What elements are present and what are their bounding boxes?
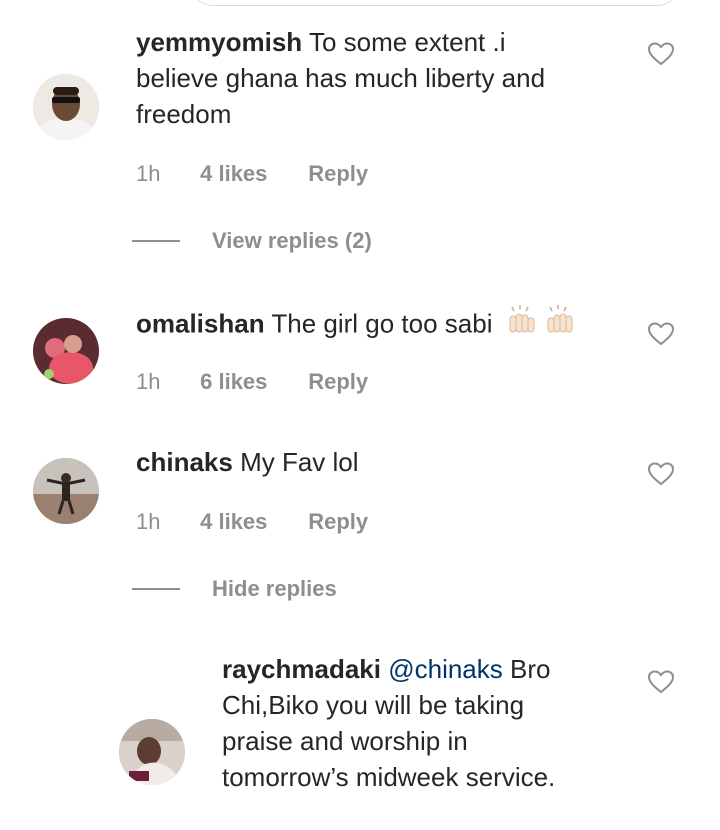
reply-text-line: praise and worship in (222, 726, 468, 756)
heart-outline-icon[interactable] (648, 322, 674, 346)
thread-line (132, 588, 180, 590)
comment-time: 1h (136, 369, 161, 394)
comment-likes[interactable]: 4 likes (200, 508, 302, 536)
comment-username[interactable]: omalishan (136, 308, 265, 338)
reply-button[interactable]: Reply (308, 160, 368, 188)
reply-text: Bro (510, 654, 551, 684)
view-replies-toggle[interactable]: View replies (2) (132, 227, 372, 255)
user-avatar[interactable] (33, 458, 99, 524)
hide-replies-toggle[interactable]: Hide replies (132, 575, 337, 603)
reply-text-line: Chi,Biko you will be taking (222, 690, 525, 720)
heart-outline-icon[interactable] (648, 670, 674, 694)
comment-text-line: freedom (136, 99, 232, 129)
comment-text: The girl go too sabi (271, 308, 493, 339)
comments-page: yemmyomish To some extent .i believe gha… (0, 0, 720, 830)
view-replies-label[interactable]: View replies (2) (212, 228, 372, 254)
reply-username[interactable]: raychmadaki (222, 654, 381, 684)
comment-text: My Fav lol (240, 447, 359, 477)
comment-username[interactable]: yemmyomish (136, 27, 302, 57)
thread-line (132, 240, 180, 242)
comment-username[interactable]: chinaks (136, 447, 233, 477)
heart-outline-icon[interactable] (648, 42, 674, 66)
mention-link[interactable]: @chinaks (388, 654, 503, 684)
reply-button[interactable]: Reply (308, 368, 368, 396)
comment-likes[interactable]: 4 likes (200, 160, 302, 188)
comment-time: 1h (136, 509, 161, 534)
hide-replies-label[interactable]: Hide replies (212, 576, 337, 602)
comment-text-line: To some extent .i (308, 27, 506, 57)
comment-time: 1h (136, 161, 161, 186)
raising-hands-emoji (508, 304, 580, 347)
user-avatar[interactable] (33, 74, 99, 140)
comment-input-edge[interactable] (190, 0, 680, 6)
reply-text-line: tomorrow’s midweek service. (222, 762, 556, 792)
comment-likes[interactable]: 6 likes (200, 368, 302, 396)
reply-button[interactable]: Reply (308, 508, 368, 536)
comment-text-line: believe ghana has much liberty and (136, 63, 546, 93)
user-avatar[interactable] (33, 318, 99, 384)
heart-outline-icon[interactable] (648, 462, 674, 486)
user-avatar[interactable] (119, 719, 185, 785)
